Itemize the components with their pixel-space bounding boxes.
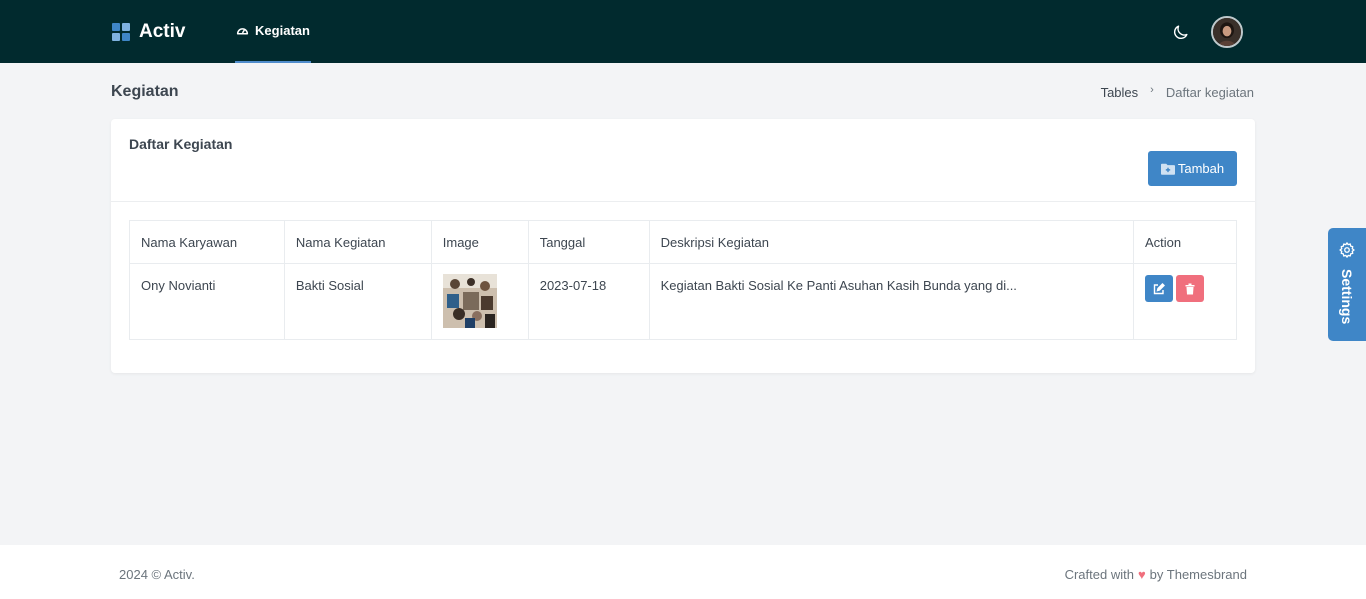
dashboard-gauge-icon xyxy=(236,28,249,35)
cell-tanggal: 2023-07-18 xyxy=(527,263,650,340)
breadcrumb-item-current: Daftar kegiatan xyxy=(1165,85,1254,100)
column-header-image: Image xyxy=(430,220,529,264)
gear-icon xyxy=(1339,242,1355,258)
table-row: Ony Novianti Bakti Sosial 2023-07-18 Keg… xyxy=(129,263,1238,340)
kegiatan-card: Daftar Kegiatan Tambah Nama Karyawan Nam… xyxy=(111,119,1255,373)
grid-logo-icon xyxy=(112,23,130,41)
user-avatar[interactable] xyxy=(1211,16,1243,48)
nav-item-label: Kegiatan xyxy=(255,23,310,38)
column-header-nama-kegiatan: Nama Kegiatan xyxy=(283,220,432,264)
add-button[interactable]: Tambah xyxy=(1148,151,1237,186)
cell-deskripsi: Kegiatan Bakti Sosial Ke Panti Asuhan Ka… xyxy=(648,263,1134,340)
settings-tab[interactable]: Settings xyxy=(1328,228,1366,341)
footer-credit-prefix: Crafted with xyxy=(1064,567,1134,582)
cell-nama-kegiatan: Bakti Sosial xyxy=(283,263,432,340)
column-header-nama-karyawan: Nama Karyawan xyxy=(129,220,285,264)
column-header-action: Action xyxy=(1132,220,1238,264)
brand-name: Activ xyxy=(139,21,186,42)
page-title: Kegiatan xyxy=(111,83,179,100)
heart-icon: ♥ xyxy=(1137,567,1146,582)
add-button-label: Tambah xyxy=(1177,161,1225,176)
breadcrumb: Tables › Daftar kegiatan xyxy=(1101,83,1254,101)
edit-button[interactable] xyxy=(1144,275,1173,302)
cell-image xyxy=(430,263,529,340)
edit-icon xyxy=(1153,282,1165,294)
moon-icon[interactable] xyxy=(1171,23,1190,42)
table-header-row: Nama Karyawan Nama Kegiatan Image Tangga… xyxy=(129,220,1238,264)
footer: 2024 © Activ. Crafted with ♥ by Themesbr… xyxy=(0,545,1366,599)
card-title: Daftar Kegiatan xyxy=(129,136,233,152)
trash-icon xyxy=(1185,283,1195,294)
brand-logo[interactable]: Activ xyxy=(112,21,185,43)
footer-credit: Crafted with ♥ by Themesbrand xyxy=(1065,567,1247,582)
kegiatan-photo-thumbnail[interactable] xyxy=(442,274,497,328)
delete-button[interactable] xyxy=(1175,275,1204,302)
settings-tab-label: Settings xyxy=(1339,269,1355,325)
avatar-image-icon xyxy=(1213,18,1241,46)
column-header-deskripsi: Deskripsi Kegiatan xyxy=(648,220,1134,264)
column-header-tanggal: Tanggal xyxy=(527,220,650,264)
kegiatan-table: Nama Karyawan Nama Kegiatan Image Tangga… xyxy=(129,220,1238,340)
footer-credit-suffix: by Themesbrand xyxy=(1149,567,1247,582)
footer-copyright: 2024 © Activ. xyxy=(119,567,195,582)
nav-item-kegiatan[interactable]: Kegiatan xyxy=(235,0,311,63)
chevron-right-icon: › xyxy=(1150,83,1154,96)
cell-nama-karyawan: Ony Novianti xyxy=(129,263,285,340)
folder-plus-icon xyxy=(1160,163,1175,175)
breadcrumb-item-tables[interactable]: Tables xyxy=(1101,85,1139,100)
card-header: Daftar Kegiatan Tambah xyxy=(111,119,1255,202)
cell-action xyxy=(1132,263,1238,340)
topbar: Activ Kegiatan xyxy=(0,0,1366,63)
